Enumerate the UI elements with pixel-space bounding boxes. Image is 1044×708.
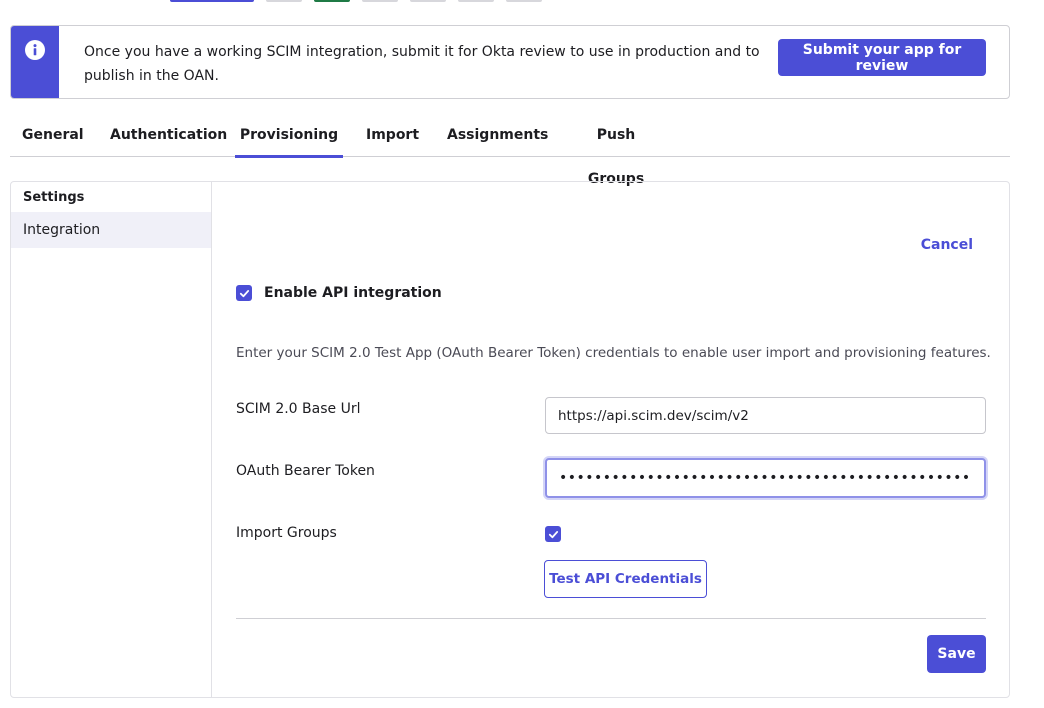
enable-api-row: Enable API integration: [236, 285, 442, 301]
credentials-description: Enter your SCIM 2.0 Test App (OAuth Bear…: [236, 345, 991, 361]
submit-for-review-button[interactable]: Submit your app for review: [778, 39, 986, 76]
toolbar-remnants: [170, 0, 542, 2]
sidebar-item-integration[interactable]: Integration: [11, 212, 211, 248]
settings-panel: Settings Integration Cancel Enable API i…: [10, 181, 1010, 698]
token-label: OAuth Bearer Token: [236, 463, 375, 479]
base-url-label: SCIM 2.0 Base Url: [236, 401, 361, 417]
test-api-credentials-button[interactable]: Test API Credentials: [544, 560, 707, 598]
tab-assignments[interactable]: Assignments: [447, 113, 548, 157]
checkmark-icon: [239, 289, 249, 297]
enable-api-label: Enable API integration: [264, 285, 442, 301]
toolbar-button-edge[interactable]: [410, 0, 446, 2]
toolbar-button-edge[interactable]: [314, 0, 350, 2]
info-icon: [25, 40, 45, 60]
toolbar-button-edge[interactable]: [362, 0, 398, 2]
app-root: Once you have a working SCIM integration…: [0, 0, 1044, 708]
enable-api-checkbox[interactable]: [236, 285, 252, 301]
import-groups-checkbox[interactable]: [545, 526, 561, 542]
tab-general[interactable]: General: [22, 113, 84, 157]
tab-import[interactable]: Import: [366, 113, 419, 157]
banner-message: Once you have a working SCIM integration…: [84, 44, 760, 84]
import-groups-label: Import Groups: [236, 525, 337, 541]
toolbar-button-edge[interactable]: [266, 0, 302, 2]
integration-form: Cancel Enable API integration Enter your…: [213, 182, 1009, 697]
sidebar-title: Settings: [23, 190, 85, 205]
base-url-input[interactable]: [545, 397, 986, 434]
toolbar-button-edge[interactable]: [458, 0, 494, 2]
review-banner: Once you have a working SCIM integration…: [10, 25, 1010, 99]
cancel-link[interactable]: Cancel: [921, 237, 973, 253]
toolbar-button-edge[interactable]: [170, 0, 254, 2]
app-tabs: General Authentication Provisioning Impo…: [10, 113, 1010, 187]
tab-provisioning[interactable]: Provisioning: [235, 113, 343, 158]
banner-stripe: [11, 26, 59, 98]
settings-sidebar: Settings Integration: [11, 182, 212, 697]
bearer-token-input[interactable]: [545, 458, 986, 498]
save-button[interactable]: Save: [927, 635, 986, 673]
form-divider: [236, 618, 986, 619]
tab-authentication[interactable]: Authentication: [110, 113, 227, 157]
tab-push-groups[interactable]: Push Groups: [571, 113, 661, 187]
toolbar-button-edge[interactable]: [506, 0, 542, 2]
checkmark-icon: [548, 530, 558, 538]
